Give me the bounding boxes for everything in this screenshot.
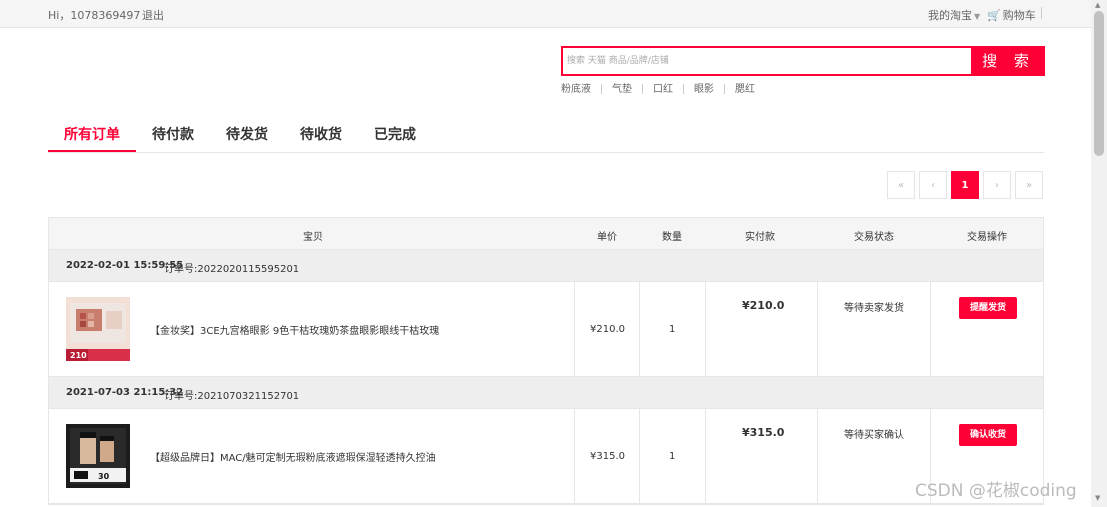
order-header: 2022-02-01 15:59:55 订单号:2022020115595201	[49, 250, 1043, 282]
divider	[930, 282, 931, 376]
hot-keyword[interactable]: 眼影	[694, 80, 714, 95]
cart-label: 购物车	[1002, 9, 1036, 22]
next-page-button[interactable]: ›	[983, 171, 1011, 199]
logout-link[interactable]: 退出	[142, 7, 164, 23]
divider	[724, 84, 725, 94]
prev-page-button[interactable]: ‹	[919, 171, 947, 199]
thumb-price: 30	[98, 472, 110, 481]
table-header: 宝贝 单价 数量 实付款 交易状态 交易操作	[49, 218, 1043, 250]
col-paid: 实付款	[745, 232, 775, 243]
my-taobao-label: 我的淘宝	[928, 9, 972, 22]
col-item: 宝贝	[303, 232, 323, 243]
paid-amount: ¥210.0	[742, 299, 785, 312]
scrollbar-thumb[interactable]	[1094, 11, 1104, 156]
scroll-down-icon[interactable]: ▼	[1095, 494, 1100, 502]
top-bar: Hi，1078369497 退出 我的淘宝 ▼ 🛒 购物车	[0, 0, 1107, 28]
tab-pending-receipt[interactable]: 待收货	[300, 124, 342, 144]
remind-shipment-button[interactable]: 提醒发货	[959, 297, 1017, 319]
tab-pending-shipment[interactable]: 待发货	[226, 124, 268, 144]
my-taobao-menu[interactable]: 我的淘宝 ▼	[928, 7, 980, 23]
hot-keyword[interactable]: 腮红	[735, 80, 755, 95]
divider	[705, 282, 706, 376]
order-number: 订单号:2021070321152701	[164, 391, 300, 402]
scrollbar[interactable]: ▲ ▼	[1091, 0, 1107, 507]
col-action: 交易操作	[967, 232, 1007, 243]
watermark: CSDN @花椒coding	[915, 481, 1077, 501]
divider	[639, 282, 640, 376]
hot-keywords: 粉底液 气垫 口红 眼影 腮红	[561, 80, 755, 95]
cart-icon: 🛒	[987, 9, 1001, 22]
product-title[interactable]: 【超级品牌日】MAC/魅可定制无瑕粉底液遮瑕保湿轻透持久控油	[150, 449, 436, 464]
order-header: 2021-07-03 21:15:32 订单号:2021070321152701	[49, 377, 1043, 409]
table-row: 210 【金妆奖】3CE九宫格眼影 9色干枯玫瑰奶茶盘眼影眼线干枯玫瑰 ¥210…	[49, 282, 1043, 377]
thumb-price: 210	[70, 351, 87, 360]
unit-price: ¥315.0	[590, 451, 625, 462]
paid-amount: ¥315.0	[742, 426, 785, 439]
order-tabs: 所有订单 待付款 待发货 待收货 已完成	[48, 114, 1044, 153]
hot-keyword[interactable]: 粉底液	[561, 80, 591, 95]
search-box	[561, 46, 973, 76]
order-status: 等待卖家发货	[844, 303, 904, 314]
last-page-button[interactable]: »	[1015, 171, 1043, 199]
first-page-button[interactable]: «	[887, 171, 915, 199]
divider	[601, 84, 602, 94]
cart-link[interactable]: 🛒 购物车	[987, 7, 1036, 23]
col-price: 单价	[597, 232, 617, 243]
order-status: 等待买家确认	[844, 430, 904, 441]
tab-completed[interactable]: 已完成	[374, 124, 416, 144]
divider	[639, 409, 640, 503]
col-status: 交易状态	[854, 232, 894, 243]
confirm-receipt-button[interactable]: 确认收货	[959, 424, 1017, 446]
divider	[817, 282, 818, 376]
active-tab-indicator	[48, 150, 136, 152]
order-number: 订单号:2022020115595201	[164, 264, 300, 275]
page-1-button[interactable]: 1	[951, 171, 979, 199]
table-row: 30 【超级品牌日】MAC/魅可定制无瑕粉底液遮瑕保湿轻透持久控油 ¥315.0…	[49, 409, 1043, 504]
scroll-up-icon[interactable]: ▲	[1095, 1, 1100, 9]
divider	[1041, 7, 1042, 19]
divider	[642, 84, 643, 94]
search-bar: 搜 索	[561, 46, 1045, 76]
product-image[interactable]: 210	[66, 297, 130, 361]
divider	[705, 409, 706, 503]
hot-keyword[interactable]: 气垫	[612, 80, 632, 95]
user-greeting: Hi，1078369497	[48, 9, 141, 22]
product-title[interactable]: 【金妆奖】3CE九宫格眼影 9色干枯玫瑰奶茶盘眼影眼线干枯玫瑰	[150, 322, 439, 337]
divider	[574, 282, 575, 376]
divider	[574, 409, 575, 503]
orders-table: 宝贝 单价 数量 实付款 交易状态 交易操作 2022-02-01 15:59:…	[48, 217, 1044, 505]
quantity: 1	[669, 324, 676, 335]
chevron-down-icon: ▼	[974, 12, 981, 21]
product-image[interactable]: 30	[66, 424, 130, 488]
divider	[683, 84, 684, 94]
hot-keyword[interactable]: 口红	[653, 80, 673, 95]
quantity: 1	[669, 451, 676, 462]
tab-all-orders[interactable]: 所有订单	[64, 124, 120, 144]
search-button[interactable]: 搜 索	[972, 46, 1045, 76]
tab-pending-payment[interactable]: 待付款	[152, 124, 194, 144]
col-qty: 数量	[662, 232, 682, 243]
search-input[interactable]	[563, 48, 971, 74]
divider	[817, 409, 818, 503]
unit-price: ¥210.0	[590, 324, 625, 335]
